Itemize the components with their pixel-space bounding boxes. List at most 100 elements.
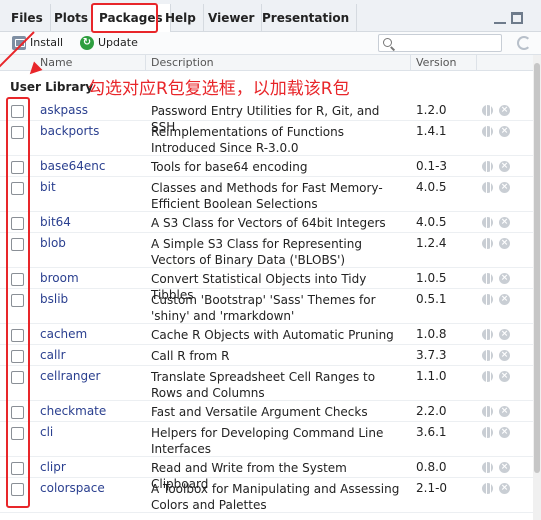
remove-package-icon[interactable]: × — [499, 350, 510, 361]
table-row[interactable]: askpass Password Entry Utilities for R, … — [0, 100, 533, 134]
package-name-link[interactable]: bslib — [40, 292, 68, 306]
column-header-description[interactable]: Description — [151, 56, 214, 70]
update-label: Update — [98, 36, 138, 49]
table-row[interactable]: checkmate Fast and Versatile Argument Ch… — [0, 401, 533, 422]
package-name-link[interactable]: bit — [40, 180, 56, 194]
search-icon — [383, 38, 392, 47]
package-version: 2.1-0 — [416, 481, 448, 495]
package-description: Tools for base64 encoding — [151, 160, 308, 174]
column-divider — [410, 55, 411, 71]
package-description: Fast and Versatile Argument Checks — [151, 405, 368, 419]
package-name-link[interactable]: base64enc — [40, 159, 105, 173]
remove-package-icon[interactable]: × — [499, 182, 510, 193]
globe-icon[interactable] — [482, 294, 493, 305]
package-description: Cache R Objects with Automatic Pruning — [151, 328, 394, 342]
table-row[interactable]: cachem Cache R Objects with Automatic Pr… — [0, 324, 533, 345]
pane-tab-bar: Files Plots Packages Help Viewer Present… — [0, 0, 541, 33]
package-name-link[interactable]: cachem — [40, 327, 87, 341]
refresh-icon[interactable] — [517, 36, 531, 50]
remove-package-icon[interactable]: × — [499, 406, 510, 417]
maximize-pane-icon[interactable] — [511, 12, 523, 24]
tab-plots[interactable]: Plots — [47, 4, 97, 32]
remove-package-icon[interactable]: × — [499, 371, 510, 382]
globe-icon[interactable] — [482, 182, 493, 193]
package-version: 1.1.0 — [416, 369, 447, 383]
package-name-link[interactable]: blob — [40, 236, 66, 250]
package-search-input[interactable] — [378, 34, 502, 52]
table-row[interactable]: base64enc Tools for base64 encoding 0.1-… — [0, 156, 533, 177]
tab-files[interactable]: Files — [4, 4, 51, 32]
globe-icon[interactable] — [482, 105, 493, 116]
tab-presentation[interactable]: Presentation — [255, 4, 358, 32]
globe-icon[interactable] — [482, 238, 493, 249]
package-name-link[interactable]: bit64 — [40, 215, 71, 229]
package-version: 1.0.5 — [416, 271, 447, 285]
globe-icon[interactable] — [482, 483, 493, 494]
table-row[interactable]: callr Call R from R 3.7.3 × — [0, 345, 533, 366]
package-name-link[interactable]: cli — [40, 425, 53, 439]
table-row[interactable]: backports Reimplementations of Functions… — [0, 121, 533, 156]
tab-help[interactable]: Help — [158, 4, 204, 32]
globe-icon[interactable] — [482, 462, 493, 473]
update-button[interactable]: ↻ Update — [80, 35, 138, 51]
remove-package-icon[interactable]: × — [499, 126, 510, 137]
package-version: 1.2.4 — [416, 236, 447, 250]
table-row[interactable]: cli Helpers for Developing Command Line … — [0, 422, 533, 457]
column-divider — [476, 55, 477, 71]
globe-icon[interactable] — [482, 273, 493, 284]
scrollbar-thumb[interactable] — [534, 63, 540, 473]
globe-icon[interactable] — [482, 427, 493, 438]
column-divider — [145, 55, 146, 71]
package-name-link[interactable]: askpass — [40, 103, 88, 117]
column-header-name[interactable]: Name — [40, 56, 72, 70]
table-row[interactable]: blob A Simple S3 Class for Representing … — [0, 233, 533, 268]
package-name-link[interactable]: callr — [40, 348, 66, 362]
package-name-link[interactable]: broom — [40, 271, 79, 285]
globe-icon[interactable] — [482, 217, 493, 228]
package-version: 0.8.0 — [416, 460, 447, 474]
package-table-header: Name Description Version — [0, 55, 533, 71]
table-row[interactable]: bit64 A S3 Class for Vectors of 64bit In… — [0, 212, 533, 233]
remove-package-icon[interactable]: × — [499, 294, 510, 305]
remove-package-icon[interactable]: × — [499, 427, 510, 438]
package-version: 3.7.3 — [416, 348, 447, 362]
vertical-scrollbar[interactable] — [533, 55, 541, 520]
remove-package-icon[interactable]: × — [499, 462, 510, 473]
minimize-pane-icon[interactable] — [494, 14, 506, 24]
remove-package-icon[interactable]: × — [499, 217, 510, 228]
table-row[interactable]: bslib Custom 'Bootstrap' 'Sass' Themes f… — [0, 289, 533, 324]
globe-icon[interactable] — [482, 371, 493, 382]
globe-icon[interactable] — [482, 329, 493, 340]
remove-package-icon[interactable]: × — [499, 105, 510, 116]
tab-viewer[interactable]: Viewer — [201, 4, 263, 32]
package-description: A S3 Class for Vectors of 64bit Integers — [151, 216, 386, 230]
package-version: 4.0.5 — [416, 180, 447, 194]
table-row[interactable]: colorspace A Toolbox for Manipulating an… — [0, 478, 533, 513]
remove-package-icon[interactable]: × — [499, 483, 510, 494]
remove-package-icon[interactable]: × — [499, 273, 510, 284]
package-description: Classes and Methods for Fast Memory-Effi… — [151, 181, 383, 211]
install-label: Install — [30, 36, 64, 49]
package-version: 3.6.1 — [416, 425, 447, 439]
package-description: Helpers for Developing Command Line Inte… — [151, 426, 384, 456]
package-name-link[interactable]: checkmate — [40, 404, 106, 418]
package-name-link[interactable]: cellranger — [40, 369, 100, 383]
table-row[interactable]: clipr Read and Write from the System Cli… — [0, 457, 533, 491]
packages-toolbar: Install ↻ Update — [0, 32, 541, 55]
package-description: Custom 'Bootstrap' 'Sass' Themes for 'sh… — [151, 293, 376, 323]
remove-package-icon[interactable]: × — [499, 329, 510, 340]
column-header-version[interactable]: Version — [416, 56, 456, 70]
table-row[interactable]: broom Convert Statistical Objects into T… — [0, 268, 533, 302]
remove-package-icon[interactable]: × — [499, 161, 510, 172]
remove-package-icon[interactable]: × — [499, 238, 510, 249]
table-row[interactable]: cellranger Translate Spreadsheet Cell Ra… — [0, 366, 533, 401]
globe-icon[interactable] — [482, 406, 493, 417]
package-name-link[interactable]: colorspace — [40, 481, 105, 495]
table-row[interactable]: bit Classes and Methods for Fast Memory-… — [0, 177, 533, 212]
globe-icon[interactable] — [482, 126, 493, 137]
globe-icon[interactable] — [482, 350, 493, 361]
package-name-link[interactable]: clipr — [40, 460, 66, 474]
globe-icon[interactable] — [482, 161, 493, 172]
package-version: 0.1-3 — [416, 159, 448, 173]
package-name-link[interactable]: backports — [40, 124, 99, 138]
